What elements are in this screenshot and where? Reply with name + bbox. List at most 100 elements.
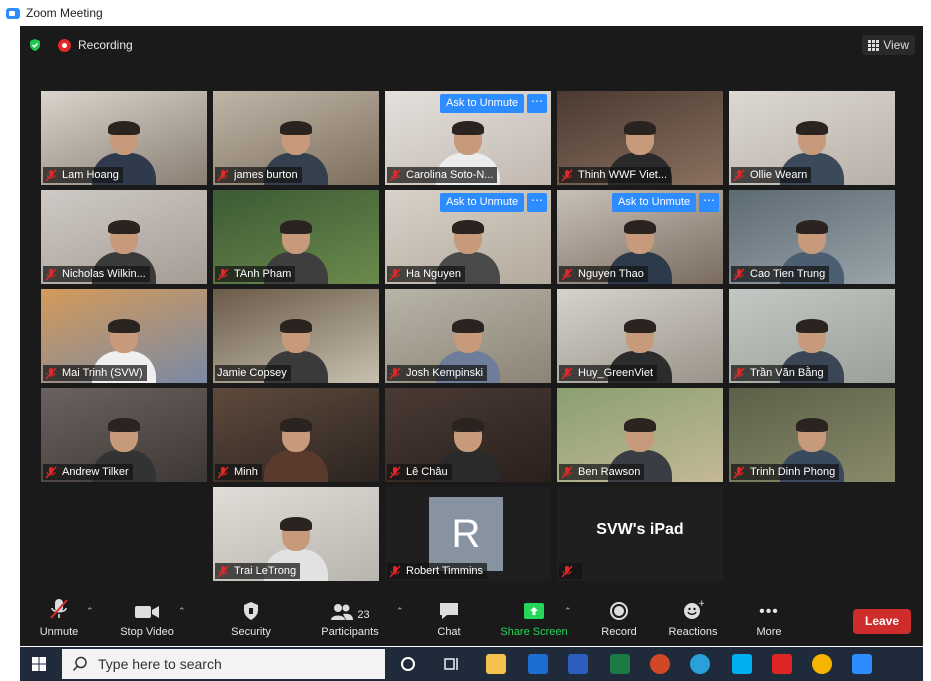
participant-tile[interactable]: SVW's iPad <box>557 487 723 581</box>
share-options-chevron-icon[interactable]: ⌃ <box>564 606 572 617</box>
chrome-icon[interactable] <box>812 654 832 674</box>
share-screen-button[interactable]: Share Screen <box>494 596 574 646</box>
participant-name: Nguyen Thao <box>578 268 644 280</box>
ask-to-unmute-button[interactable]: Ask to Unmute <box>440 193 525 212</box>
participant-name: Cao Tien Trung <box>750 268 826 280</box>
participants-button[interactable]: 23 Participants <box>312 596 388 646</box>
mic-muted-icon <box>389 169 401 181</box>
mic-muted-icon <box>561 466 573 478</box>
mic-muted-icon <box>389 268 401 280</box>
security-button[interactable]: Security <box>220 596 282 646</box>
share-screen-icon <box>524 603 544 619</box>
meeting-topbar: Recording View <box>20 26 923 64</box>
participant-video-figure <box>264 418 328 482</box>
security-label: Security <box>231 626 271 638</box>
participant-name: Ollie Wearn <box>750 169 808 181</box>
participant-tile[interactable]: Nicholas Wilkin... <box>41 190 207 284</box>
mic-muted-icon <box>45 169 57 181</box>
mic-muted-icon <box>45 367 57 379</box>
participant-tile[interactable]: Lam Hoang <box>41 91 207 185</box>
participant-tile[interactable]: Andrew Tilker <box>41 388 207 482</box>
mic-muted-icon <box>561 169 573 181</box>
mic-muted-icon <box>50 599 68 619</box>
leave-button[interactable]: Leave <box>853 609 911 634</box>
search-icon <box>72 656 87 671</box>
outlook-icon[interactable] <box>528 654 548 674</box>
participant-name-label: Ha Nguyen <box>387 266 466 282</box>
ask-to-unmute-button[interactable]: Ask to Unmute <box>440 94 525 113</box>
participant-tile[interactable]: Mai Trinh (SVW) <box>41 289 207 383</box>
powerpoint-icon[interactable] <box>650 654 670 674</box>
participant-tile[interactable]: Lê Châu <box>385 388 551 482</box>
participant-tile[interactable]: Ollie Wearn <box>729 91 895 185</box>
participant-tile[interactable]: Trinh Dinh Phong <box>729 388 895 482</box>
video-options-chevron-icon[interactable]: ⌃ <box>178 606 186 617</box>
reactions-button[interactable]: + Reactions <box>662 596 724 646</box>
participant-tile[interactable]: Josh Kempinski <box>385 289 551 383</box>
participant-tile[interactable]: james burton <box>213 91 379 185</box>
record-button[interactable]: Record <box>594 596 644 646</box>
edge-icon[interactable] <box>690 654 710 674</box>
participant-name-label: Robert Timmins <box>387 563 488 579</box>
participant-tile[interactable]: Trai LeTrong <box>213 487 379 581</box>
mic-muted-icon <box>733 169 745 181</box>
taskbar-search-input[interactable]: Type here to search <box>62 649 385 679</box>
acrobat-icon[interactable] <box>772 654 792 674</box>
share-screen-label: Share Screen <box>500 626 568 638</box>
tile-more-options-icon[interactable]: ⋯ <box>527 94 547 113</box>
mic-muted-icon <box>733 367 745 379</box>
participant-tile[interactable]: Ask to Unmute ⋯ Nguyen Thao <box>557 190 723 284</box>
tile-more-options-icon[interactable]: ⋯ <box>527 193 547 212</box>
shield-icon[interactable] <box>28 38 42 52</box>
task-view-icon[interactable] <box>442 654 462 674</box>
word-icon[interactable] <box>568 654 588 674</box>
participant-name-label: Minh <box>215 464 262 480</box>
participant-name-label: Andrew Tilker <box>43 464 133 480</box>
skype-icon[interactable] <box>732 654 752 674</box>
participant-tile[interactable]: Ask to Unmute ⋯ Ha Nguyen <box>385 190 551 284</box>
participant-name: Huy_GreenViet <box>578 367 654 379</box>
participant-name: Mai Trinh (SVW) <box>62 367 143 379</box>
mic-muted-icon <box>45 268 57 280</box>
grid-icon <box>868 39 880 51</box>
participant-tile[interactable]: Cao Tien Trung <box>729 190 895 284</box>
view-button[interactable]: View <box>862 35 915 55</box>
participant-name-label: Lê Châu <box>387 464 452 480</box>
file-explorer-icon[interactable] <box>486 654 506 674</box>
recording-indicator[interactable]: Recording <box>58 38 133 52</box>
participants-options-chevron-icon[interactable]: ⌃ <box>396 606 404 617</box>
chat-label: Chat <box>437 626 461 638</box>
participant-tile[interactable]: Thinh WWF Viet... <box>557 91 723 185</box>
participant-tile[interactable]: Trần Văn Bằng <box>729 289 895 383</box>
stop-video-button[interactable]: Stop Video <box>112 596 182 646</box>
record-label: Record <box>601 626 637 638</box>
more-button[interactable]: ••• More <box>744 596 794 646</box>
mic-muted-icon <box>733 268 745 280</box>
participant-tile[interactable]: Huy_GreenViet <box>557 289 723 383</box>
participant-name: Lam Hoang <box>62 169 119 181</box>
participant-name-label: Josh Kempinski <box>387 365 488 381</box>
unmute-button[interactable]: Unmute <box>28 596 90 646</box>
windows-start-icon[interactable] <box>32 657 46 671</box>
mic-muted-icon <box>389 466 401 478</box>
participant-tile[interactable]: Ask to Unmute ⋯ Carolina Soto-N... <box>385 91 551 185</box>
participant-tile[interactable]: Minh <box>213 388 379 482</box>
participant-name-label: TAnh Pham <box>215 266 296 282</box>
cortana-icon[interactable] <box>398 654 418 674</box>
mic-muted-icon <box>733 466 745 478</box>
participant-tile[interactable]: R Robert Timmins <box>385 487 551 581</box>
chat-bubble-icon <box>440 603 458 619</box>
excel-icon[interactable] <box>610 654 630 674</box>
unmute-options-chevron-icon[interactable]: ⌃ <box>86 606 94 617</box>
chat-button[interactable]: Chat <box>426 596 472 646</box>
tile-more-options-icon[interactable]: ⋯ <box>699 193 719 212</box>
zoom-taskbar-icon[interactable] <box>852 654 872 674</box>
meeting-window: Recording View Lam Hoang james burton Ask … <box>20 26 923 646</box>
participant-tile[interactable]: TAnh Pham <box>213 190 379 284</box>
participant-name-label: Huy_GreenViet <box>559 365 658 381</box>
participant-tile[interactable]: Ben Rawson <box>557 388 723 482</box>
participant-tile[interactable]: Jamie Copsey <box>213 289 379 383</box>
mic-muted-icon <box>217 169 229 181</box>
ask-to-unmute-button[interactable]: Ask to Unmute <box>612 193 697 212</box>
participants-count: 23 <box>357 609 370 621</box>
